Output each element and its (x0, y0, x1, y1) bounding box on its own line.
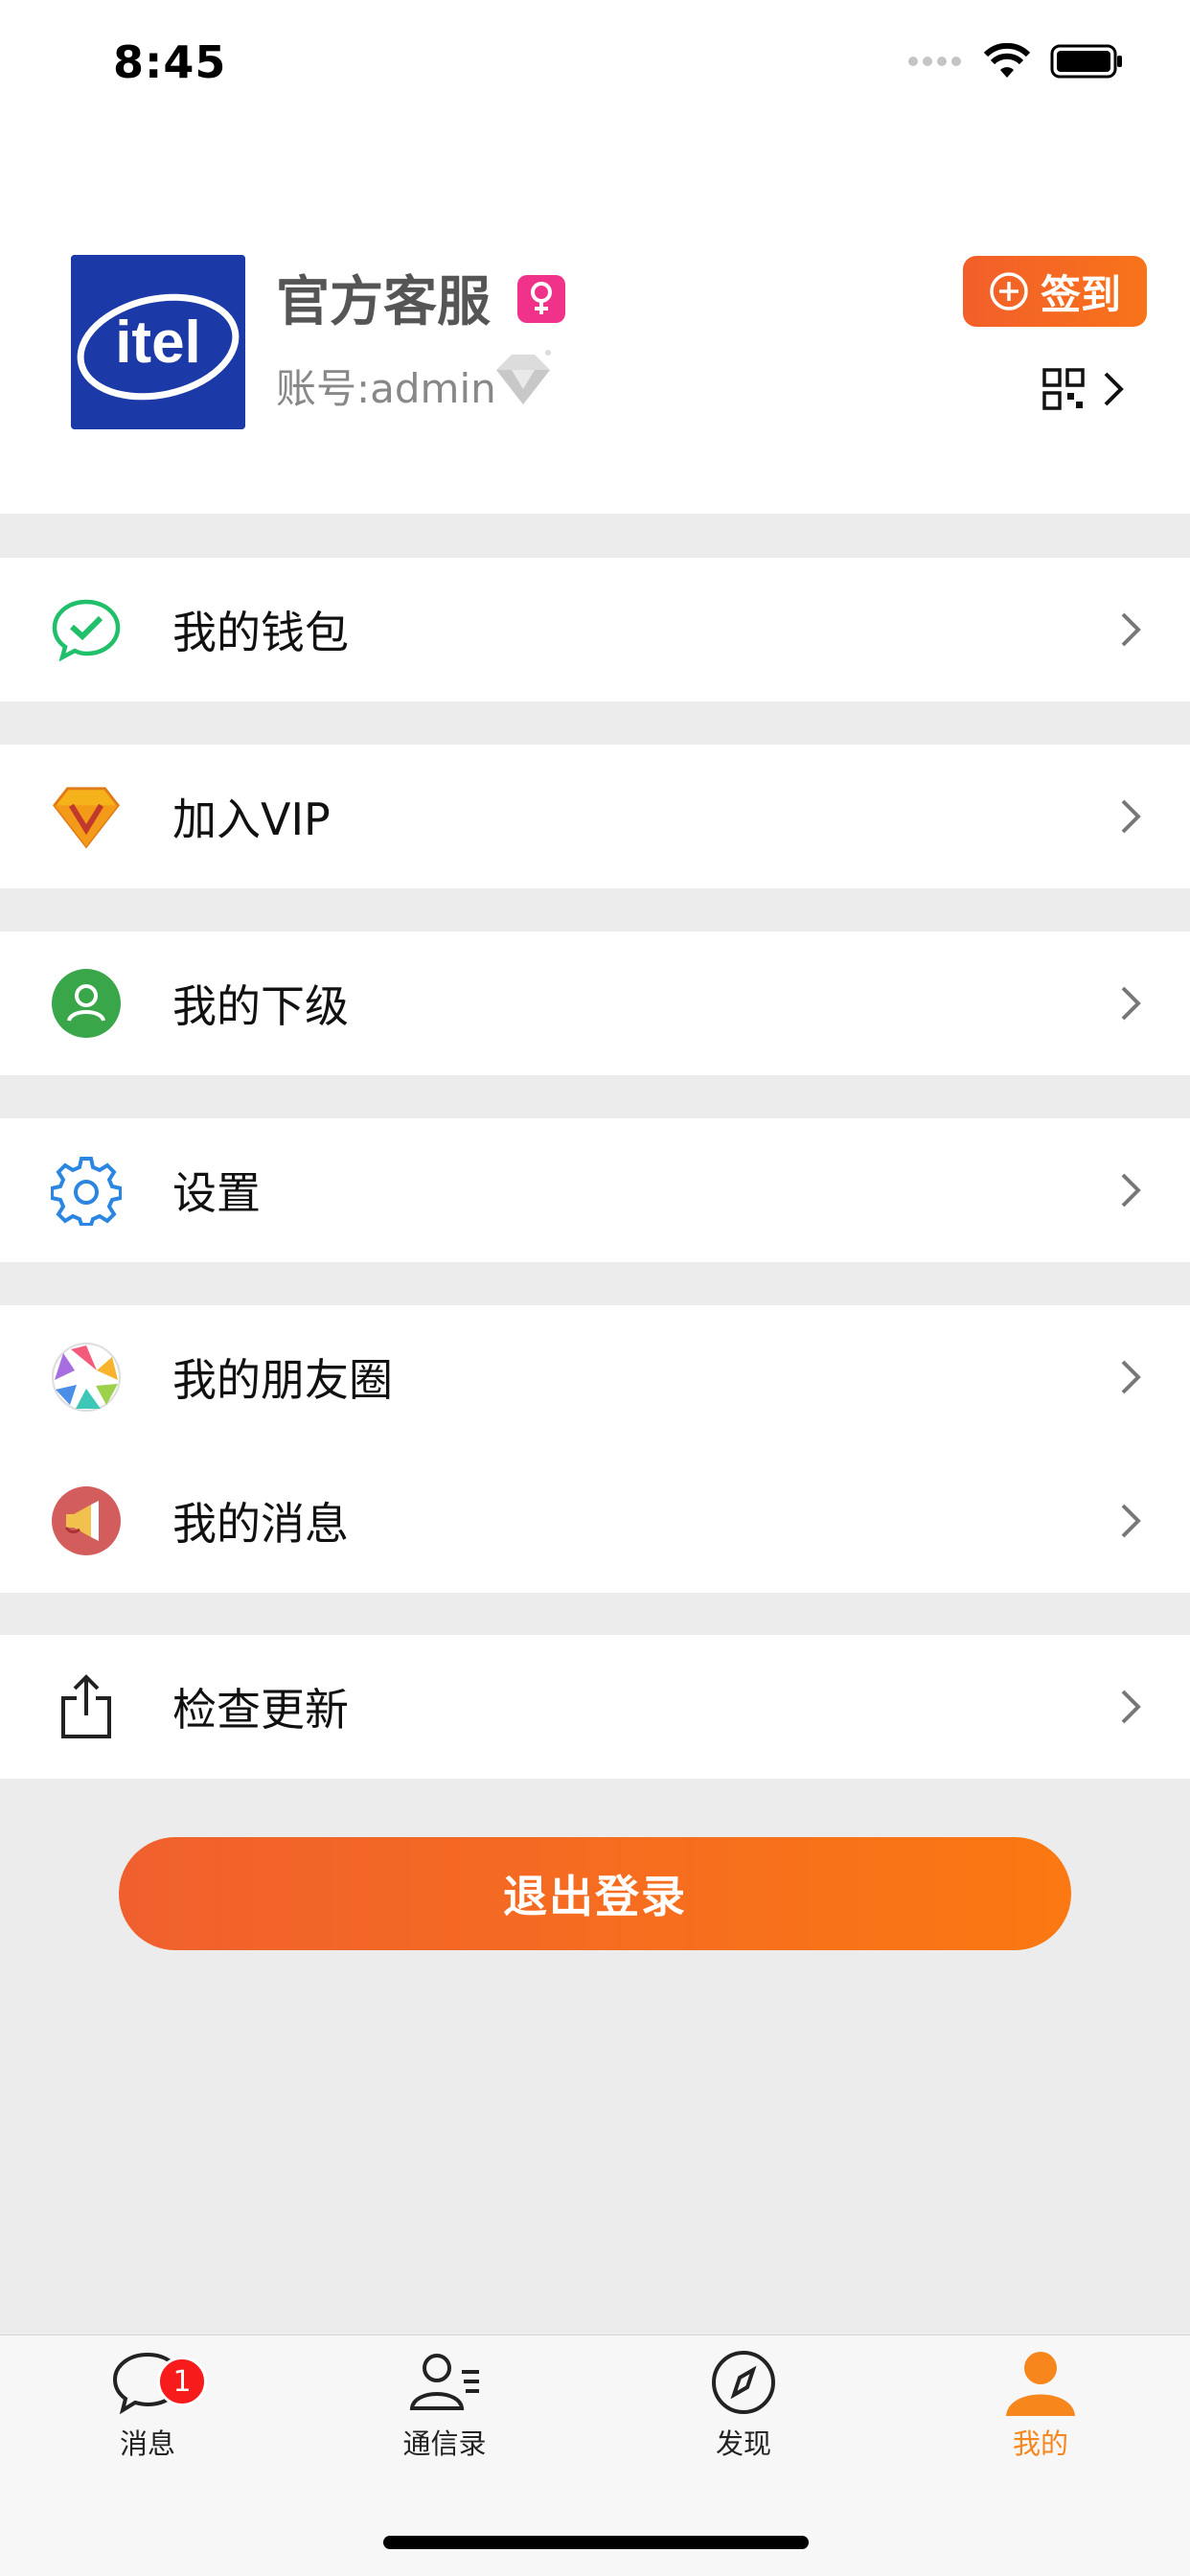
tab-label-me: 我的 (1012, 2427, 1068, 2460)
home-indicator[interactable] (383, 2536, 809, 2549)
user-circle-icon (51, 968, 122, 1039)
chevron-right-icon (1121, 1360, 1141, 1394)
gear-icon (51, 1155, 122, 1226)
chevron-right-icon (1104, 372, 1124, 406)
menu-group-vip: 加入VIP (0, 745, 1190, 888)
status-bar: 8:45 (0, 0, 1190, 134)
chevron-right-icon (1121, 799, 1141, 834)
menu-group-social: 我的朋友圈 我的消息 (0, 1305, 1190, 1593)
person-icon (1006, 2352, 1075, 2416)
logout-button[interactable]: 退出登录 (119, 1837, 1071, 1950)
menu-item-messages[interactable]: 我的消息 (0, 1449, 1190, 1593)
tab-label-messages: 消息 (119, 2427, 175, 2460)
account-id: 账号:admin (276, 365, 496, 412)
itel-logo-icon: itel (71, 255, 245, 429)
contacts-icon (409, 2354, 479, 2410)
signin-label: 签到 (1040, 270, 1121, 318)
tab-label-contacts: 通信录 (402, 2427, 487, 2460)
svg-text:itel: itel (115, 310, 201, 376)
wifi-icon (983, 43, 1031, 78)
tab-label-discover: 发现 (715, 2427, 771, 2460)
status-indicators (908, 42, 1123, 80)
menu-label-moments: 我的朋友圈 (172, 1354, 393, 1406)
menu-label-update: 检查更新 (172, 1684, 349, 1736)
menu-item-moments[interactable]: 我的朋友圈 (0, 1305, 1190, 1449)
female-gender-icon (517, 275, 565, 323)
tab-contacts[interactable]: 通信录 (358, 2349, 531, 2462)
menu-label-settings: 设置 (172, 1167, 261, 1219)
menu-item-subordinates[interactable]: 我的下级 (0, 932, 1190, 1075)
menu-group-subordinates: 我的下级 (0, 932, 1190, 1075)
diamond-icon (496, 350, 551, 404)
tab-discover[interactable]: 发现 (657, 2349, 830, 2462)
wechat-pay-icon (51, 594, 122, 665)
menu-label-messages: 我的消息 (172, 1498, 349, 1550)
menu-group-update: 检查更新 (0, 1635, 1190, 1779)
chevron-right-icon (1121, 1504, 1141, 1538)
cellular-signal-icon (908, 57, 961, 66)
chevron-right-icon (1121, 986, 1141, 1021)
plus-circle-icon (990, 272, 1028, 310)
signin-button[interactable]: 签到 (963, 256, 1147, 327)
menu-group-wallet: 我的钱包 (0, 558, 1190, 702)
menu-item-update[interactable]: 检查更新 (0, 1635, 1190, 1779)
chevron-right-icon (1121, 612, 1141, 647)
avatar[interactable]: itel (71, 255, 245, 429)
megaphone-icon (51, 1485, 122, 1556)
compass-icon (712, 2351, 775, 2414)
share-upload-icon (51, 1671, 122, 1742)
tab-messages[interactable]: 消息 1 (61, 2349, 234, 2462)
menu-group-settings: 设置 (0, 1118, 1190, 1262)
menu-label-wallet: 我的钱包 (172, 607, 349, 658)
profile-header: itel 官方客服 账号:admin 签到 (0, 134, 1190, 514)
vip-diamond-icon (51, 781, 122, 852)
battery-icon (1050, 44, 1122, 79)
qr-code-link[interactable] (1042, 368, 1125, 410)
menu-label-vip: 加入VIP (172, 794, 331, 845)
menu-item-wallet[interactable]: 我的钱包 (0, 558, 1190, 702)
menu-item-settings[interactable]: 设置 (0, 1118, 1190, 1262)
profile-name: 官方客服 (276, 271, 491, 334)
qr-code-icon (1042, 368, 1085, 410)
camera-aperture-icon (51, 1342, 122, 1413)
chevron-right-icon (1121, 1173, 1141, 1208)
menu-label-subordinates: 我的下级 (172, 980, 349, 1032)
unread-badge: 1 (157, 2357, 207, 2406)
tab-me[interactable]: 我的 (954, 2349, 1127, 2462)
chevron-right-icon (1121, 1690, 1141, 1724)
status-time: 8:45 (113, 36, 227, 88)
menu-item-vip[interactable]: 加入VIP (0, 745, 1190, 888)
